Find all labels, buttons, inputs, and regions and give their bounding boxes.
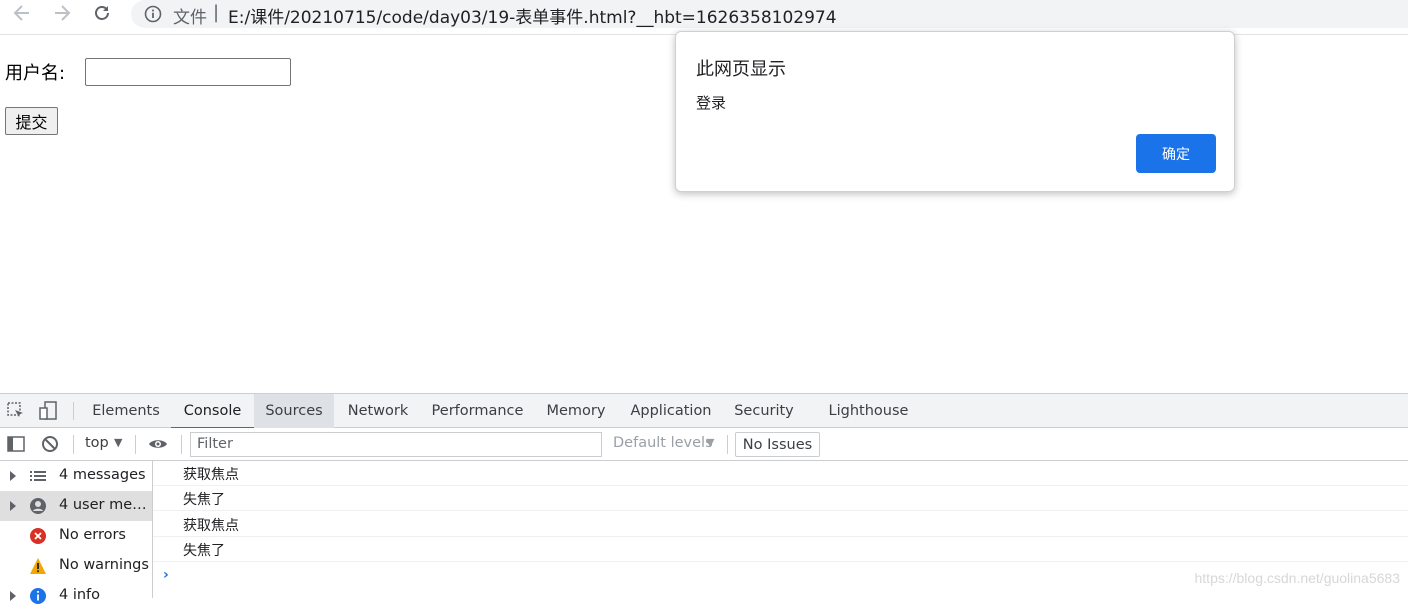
tab-elements[interactable]: Elements — [82, 394, 170, 428]
clear-console-icon[interactable] — [40, 434, 60, 454]
console-log-row: 获取焦点 — [153, 512, 1408, 537]
toolbar-divider — [135, 435, 136, 454]
inspect-element-icon[interactable] — [6, 401, 26, 421]
console-log-row: 获取焦点 — [153, 461, 1408, 486]
device-toolbar-icon[interactable] — [38, 401, 58, 421]
expand-arrow-icon[interactable] — [10, 471, 16, 481]
eye-icon[interactable] — [148, 434, 168, 454]
sidebar-item-label: No warnings — [59, 557, 149, 573]
submit-button[interactable]: 提交 — [5, 107, 58, 135]
url-text[interactable]: E:/课件/20210715/code/day03/19-表单事件.html?_… — [228, 3, 837, 28]
toolbar-divider — [727, 435, 728, 454]
sidebar-item-errors[interactable]: No errors — [0, 521, 152, 551]
reload-button[interactable] — [88, 2, 116, 24]
sidebar-item-messages[interactable]: 4 messages — [0, 461, 152, 491]
dialog-ok-button[interactable]: 确定 — [1136, 134, 1216, 173]
devtools-panel: Elements Console Sources Network Perform… — [0, 393, 1408, 604]
dropdown-arrow-icon: ▼ — [706, 436, 715, 449]
sidebar-item-label: No errors — [59, 527, 126, 543]
console-sidebar: 4 messages 4 user messages No errors No … — [0, 461, 153, 604]
context-selector[interactable]: top — [85, 435, 109, 451]
sidebar-item-label: 4 user messages — [59, 497, 151, 513]
log-message: 失焦了 — [183, 543, 225, 559]
tab-memory[interactable]: Memory — [534, 394, 618, 428]
url-separator: | — [213, 2, 220, 23]
tab-performance[interactable]: Performance — [422, 394, 533, 428]
sidebar-item-warnings[interactable]: No warnings — [0, 551, 152, 581]
alert-dialog: 此网页显示 登录 确定 — [675, 31, 1235, 192]
file-scheme-label: 文件 — [173, 8, 207, 28]
info-icon[interactable] — [144, 5, 162, 23]
console-output: 获取焦点 失焦了 获取焦点 失焦了 › https://blog.csdn.ne… — [153, 461, 1408, 598]
username-label: 用户名: — [5, 63, 66, 84]
console-prompt[interactable]: › — [163, 567, 169, 583]
console-log-row: 失焦了 — [153, 537, 1408, 562]
sidebar-toggle-icon[interactable] — [6, 434, 26, 454]
filter-placeholder: Filter — [197, 436, 233, 452]
tab-sources[interactable]: Sources — [254, 394, 334, 428]
error-icon — [30, 528, 46, 544]
filter-input[interactable]: Filter — [190, 432, 602, 457]
address-bar[interactable]: 文件 | E:/课件/20210715/code/day03/19-表单事件.h… — [131, 0, 1408, 28]
sidebar-item-info[interactable]: 4 info — [0, 581, 152, 611]
sidebar-item-user-messages[interactable]: 4 user messages — [0, 491, 152, 521]
browser-toolbar: 文件 | E:/课件/20210715/code/day03/19-表单事件.h… — [0, 0, 1408, 35]
sidebar-item-label: 4 messages — [59, 467, 146, 483]
console-toolbar: top ▼ Filter Default levels ▼ No Issues — [0, 428, 1408, 461]
tab-network[interactable]: Network — [335, 394, 421, 428]
watermark: https://blog.csdn.net/guolina5683 — [1194, 570, 1401, 586]
log-message: 失焦了 — [183, 492, 225, 508]
sidebar-item-label: 4 info — [59, 587, 101, 603]
dialog-message: 登录 — [696, 94, 727, 112]
log-levels-dropdown[interactable]: Default levels — [613, 435, 713, 451]
username-input[interactable] — [85, 58, 291, 86]
log-message: 获取焦点 — [183, 467, 239, 483]
dropdown-arrow-icon: ▼ — [114, 436, 123, 449]
console-log-row: 失焦了 — [153, 486, 1408, 511]
arrow-right-icon — [55, 5, 71, 21]
list-icon — [30, 471, 46, 481]
toolbar-divider — [73, 402, 74, 420]
info-icon — [30, 588, 46, 604]
dialog-title: 此网页显示 — [696, 59, 786, 80]
expand-arrow-icon[interactable] — [10, 501, 16, 511]
issues-button[interactable]: No Issues — [735, 432, 820, 457]
toolbar-divider — [181, 435, 182, 454]
tab-security[interactable]: Security — [724, 394, 804, 428]
tab-application[interactable]: Application — [619, 394, 723, 428]
devtools-tabbar: Elements Console Sources Network Perform… — [0, 394, 1408, 429]
toolbar-divider — [73, 435, 74, 454]
back-button[interactable] — [8, 2, 36, 24]
expand-arrow-icon[interactable] — [10, 591, 16, 601]
forward-button[interactable] — [48, 2, 76, 24]
tab-lighthouse[interactable]: Lighthouse — [818, 394, 919, 428]
user-icon — [30, 498, 46, 514]
tab-console[interactable]: Console — [171, 394, 254, 429]
log-message: 获取焦点 — [183, 518, 239, 534]
reload-icon — [95, 6, 109, 20]
warning-icon — [30, 558, 46, 574]
arrow-left-icon — [13, 5, 29, 21]
